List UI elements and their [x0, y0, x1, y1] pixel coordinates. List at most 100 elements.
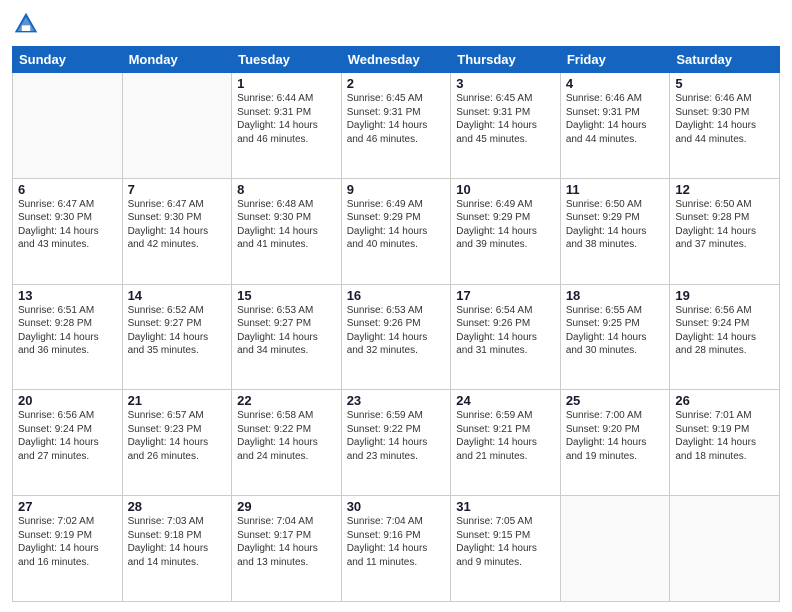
calendar-week-1: 1Sunrise: 6:44 AM Sunset: 9:31 PM Daylig…	[13, 73, 780, 179]
calendar-cell: 31Sunrise: 7:05 AM Sunset: 9:15 PM Dayli…	[451, 496, 561, 602]
calendar-cell	[13, 73, 123, 179]
calendar-cell: 4Sunrise: 6:46 AM Sunset: 9:31 PM Daylig…	[560, 73, 670, 179]
calendar-cell: 18Sunrise: 6:55 AM Sunset: 9:25 PM Dayli…	[560, 284, 670, 390]
day-number: 31	[456, 499, 555, 514]
day-number: 16	[347, 288, 446, 303]
logo-icon	[12, 10, 40, 38]
calendar-cell: 21Sunrise: 6:57 AM Sunset: 9:23 PM Dayli…	[122, 390, 232, 496]
day-number: 17	[456, 288, 555, 303]
day-info: Sunrise: 7:05 AM Sunset: 9:15 PM Dayligh…	[456, 515, 555, 569]
day-number: 14	[128, 288, 227, 303]
day-info: Sunrise: 6:47 AM Sunset: 9:30 PM Dayligh…	[18, 198, 117, 252]
calendar-cell: 20Sunrise: 6:56 AM Sunset: 9:24 PM Dayli…	[13, 390, 123, 496]
day-header-thursday: Thursday	[451, 47, 561, 73]
calendar-cell: 15Sunrise: 6:53 AM Sunset: 9:27 PM Dayli…	[232, 284, 342, 390]
calendar-cell: 23Sunrise: 6:59 AM Sunset: 9:22 PM Dayli…	[341, 390, 451, 496]
calendar-cell	[670, 496, 780, 602]
calendar-cell: 17Sunrise: 6:54 AM Sunset: 9:26 PM Dayli…	[451, 284, 561, 390]
day-number: 3	[456, 76, 555, 91]
day-info: Sunrise: 6:46 AM Sunset: 9:30 PM Dayligh…	[675, 92, 774, 146]
calendar-cell: 25Sunrise: 7:00 AM Sunset: 9:20 PM Dayli…	[560, 390, 670, 496]
day-number: 2	[347, 76, 446, 91]
day-info: Sunrise: 7:01 AM Sunset: 9:19 PM Dayligh…	[675, 409, 774, 463]
calendar-cell: 3Sunrise: 6:45 AM Sunset: 9:31 PM Daylig…	[451, 73, 561, 179]
calendar-week-2: 6Sunrise: 6:47 AM Sunset: 9:30 PM Daylig…	[13, 178, 780, 284]
day-number: 22	[237, 393, 336, 408]
day-info: Sunrise: 7:03 AM Sunset: 9:18 PM Dayligh…	[128, 515, 227, 569]
calendar-cell: 10Sunrise: 6:49 AM Sunset: 9:29 PM Dayli…	[451, 178, 561, 284]
day-info: Sunrise: 7:02 AM Sunset: 9:19 PM Dayligh…	[18, 515, 117, 569]
calendar-cell	[122, 73, 232, 179]
day-info: Sunrise: 6:45 AM Sunset: 9:31 PM Dayligh…	[347, 92, 446, 146]
day-info: Sunrise: 6:56 AM Sunset: 9:24 PM Dayligh…	[18, 409, 117, 463]
day-number: 10	[456, 182, 555, 197]
day-info: Sunrise: 6:51 AM Sunset: 9:28 PM Dayligh…	[18, 304, 117, 358]
calendar-cell: 24Sunrise: 6:59 AM Sunset: 9:21 PM Dayli…	[451, 390, 561, 496]
calendar-cell: 11Sunrise: 6:50 AM Sunset: 9:29 PM Dayli…	[560, 178, 670, 284]
calendar-cell: 2Sunrise: 6:45 AM Sunset: 9:31 PM Daylig…	[341, 73, 451, 179]
calendar-cell: 30Sunrise: 7:04 AM Sunset: 9:16 PM Dayli…	[341, 496, 451, 602]
calendar-cell: 5Sunrise: 6:46 AM Sunset: 9:30 PM Daylig…	[670, 73, 780, 179]
day-number: 19	[675, 288, 774, 303]
day-info: Sunrise: 6:45 AM Sunset: 9:31 PM Dayligh…	[456, 92, 555, 146]
day-info: Sunrise: 6:59 AM Sunset: 9:21 PM Dayligh…	[456, 409, 555, 463]
day-info: Sunrise: 6:49 AM Sunset: 9:29 PM Dayligh…	[347, 198, 446, 252]
day-info: Sunrise: 6:53 AM Sunset: 9:27 PM Dayligh…	[237, 304, 336, 358]
day-number: 29	[237, 499, 336, 514]
day-info: Sunrise: 6:49 AM Sunset: 9:29 PM Dayligh…	[456, 198, 555, 252]
calendar-cell: 26Sunrise: 7:01 AM Sunset: 9:19 PM Dayli…	[670, 390, 780, 496]
calendar-cell: 9Sunrise: 6:49 AM Sunset: 9:29 PM Daylig…	[341, 178, 451, 284]
day-info: Sunrise: 6:47 AM Sunset: 9:30 PM Dayligh…	[128, 198, 227, 252]
day-header-tuesday: Tuesday	[232, 47, 342, 73]
day-number: 7	[128, 182, 227, 197]
calendar-cell: 6Sunrise: 6:47 AM Sunset: 9:30 PM Daylig…	[13, 178, 123, 284]
day-number: 9	[347, 182, 446, 197]
day-number: 12	[675, 182, 774, 197]
day-number: 30	[347, 499, 446, 514]
day-number: 23	[347, 393, 446, 408]
day-number: 25	[566, 393, 665, 408]
day-info: Sunrise: 6:57 AM Sunset: 9:23 PM Dayligh…	[128, 409, 227, 463]
day-info: Sunrise: 6:55 AM Sunset: 9:25 PM Dayligh…	[566, 304, 665, 358]
day-info: Sunrise: 7:00 AM Sunset: 9:20 PM Dayligh…	[566, 409, 665, 463]
calendar-header-row: SundayMondayTuesdayWednesdayThursdayFrid…	[13, 47, 780, 73]
calendar-week-3: 13Sunrise: 6:51 AM Sunset: 9:28 PM Dayli…	[13, 284, 780, 390]
day-number: 6	[18, 182, 117, 197]
day-info: Sunrise: 6:54 AM Sunset: 9:26 PM Dayligh…	[456, 304, 555, 358]
calendar-table: SundayMondayTuesdayWednesdayThursdayFrid…	[12, 46, 780, 602]
day-info: Sunrise: 6:56 AM Sunset: 9:24 PM Dayligh…	[675, 304, 774, 358]
calendar-cell: 19Sunrise: 6:56 AM Sunset: 9:24 PM Dayli…	[670, 284, 780, 390]
day-header-wednesday: Wednesday	[341, 47, 451, 73]
day-number: 24	[456, 393, 555, 408]
day-number: 18	[566, 288, 665, 303]
day-number: 26	[675, 393, 774, 408]
day-header-sunday: Sunday	[13, 47, 123, 73]
header	[12, 10, 780, 38]
calendar-cell: 22Sunrise: 6:58 AM Sunset: 9:22 PM Dayli…	[232, 390, 342, 496]
day-number: 8	[237, 182, 336, 197]
calendar-cell: 16Sunrise: 6:53 AM Sunset: 9:26 PM Dayli…	[341, 284, 451, 390]
calendar-week-5: 27Sunrise: 7:02 AM Sunset: 9:19 PM Dayli…	[13, 496, 780, 602]
calendar-cell	[560, 496, 670, 602]
day-info: Sunrise: 6:44 AM Sunset: 9:31 PM Dayligh…	[237, 92, 336, 146]
day-number: 5	[675, 76, 774, 91]
day-info: Sunrise: 6:53 AM Sunset: 9:26 PM Dayligh…	[347, 304, 446, 358]
calendar-cell: 27Sunrise: 7:02 AM Sunset: 9:19 PM Dayli…	[13, 496, 123, 602]
calendar-cell: 28Sunrise: 7:03 AM Sunset: 9:18 PM Dayli…	[122, 496, 232, 602]
day-info: Sunrise: 6:59 AM Sunset: 9:22 PM Dayligh…	[347, 409, 446, 463]
day-number: 21	[128, 393, 227, 408]
day-number: 13	[18, 288, 117, 303]
calendar-cell: 12Sunrise: 6:50 AM Sunset: 9:28 PM Dayli…	[670, 178, 780, 284]
day-number: 4	[566, 76, 665, 91]
day-number: 11	[566, 182, 665, 197]
page-container: SundayMondayTuesdayWednesdayThursdayFrid…	[0, 0, 792, 612]
day-info: Sunrise: 7:04 AM Sunset: 9:16 PM Dayligh…	[347, 515, 446, 569]
day-info: Sunrise: 6:50 AM Sunset: 9:29 PM Dayligh…	[566, 198, 665, 252]
calendar-cell: 13Sunrise: 6:51 AM Sunset: 9:28 PM Dayli…	[13, 284, 123, 390]
day-number: 28	[128, 499, 227, 514]
day-number: 27	[18, 499, 117, 514]
calendar-cell: 14Sunrise: 6:52 AM Sunset: 9:27 PM Dayli…	[122, 284, 232, 390]
calendar-cell: 7Sunrise: 6:47 AM Sunset: 9:30 PM Daylig…	[122, 178, 232, 284]
calendar-cell: 8Sunrise: 6:48 AM Sunset: 9:30 PM Daylig…	[232, 178, 342, 284]
day-header-monday: Monday	[122, 47, 232, 73]
